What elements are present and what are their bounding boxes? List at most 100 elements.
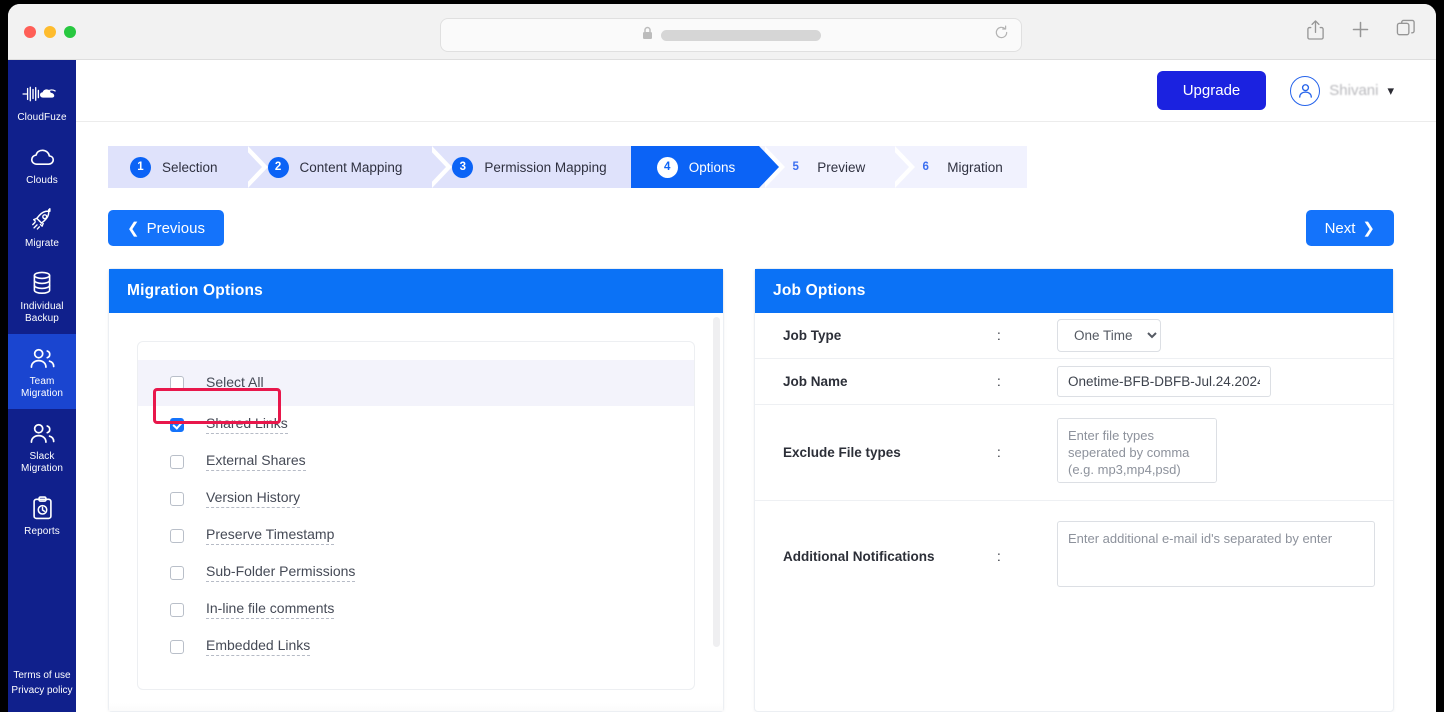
migration-options-body: Select All Shared Links External Shares [109, 313, 723, 711]
sidebar-item-label: Team Migration [10, 376, 74, 400]
options-panels: Migration Options Select All Shared Link… [108, 268, 1394, 712]
job-options-body: Job Type : One Time Delta Scheduled [755, 313, 1393, 711]
option-label: Sub-Folder Permissions [206, 563, 355, 582]
job-options-panel: Job Options Job Type : One Time Delta Sc… [754, 268, 1394, 712]
option-label: Preserve Timestamp [206, 526, 334, 545]
additional-notifications-label: Additional Notifications [769, 549, 997, 564]
option-label: Shared Links [206, 415, 288, 434]
wizard-nav-buttons: ❮ Previous Next ❯ [108, 210, 1394, 246]
additional-notifications-textarea[interactable] [1057, 521, 1375, 587]
rocket-icon [30, 207, 54, 233]
url-text [661, 30, 821, 41]
sidebar: CloudFuze Clouds [8, 60, 76, 712]
step-permission-mapping[interactable]: 3 Permission Mapping [426, 146, 630, 188]
option-row-version-history[interactable]: Version History [138, 480, 694, 517]
user-avatar-icon [1290, 76, 1320, 106]
step-options[interactable]: 4 Options [631, 146, 760, 188]
sidebar-item-migrate[interactable]: Migrate [8, 196, 76, 259]
in-line-file-comments-checkbox[interactable] [170, 603, 184, 617]
select-all-checkbox[interactable] [170, 376, 184, 390]
job-name-colon: : [997, 374, 1057, 389]
sidebar-item-label: Individual Backup [10, 301, 74, 325]
sidebar-item-label: Slack Migration [10, 451, 74, 475]
browser-actions [1306, 19, 1416, 45]
exclude-file-types-textarea[interactable] [1057, 418, 1217, 483]
step-label: Content Mapping [300, 160, 403, 175]
application-viewport: CloudFuze Clouds [8, 60, 1436, 712]
database-icon [32, 270, 52, 296]
lock-icon [642, 26, 653, 45]
wizard-stepper: 1 Selection 2 Content Mapping 3 Permissi… [108, 146, 1040, 188]
option-label: Embedded Links [206, 637, 310, 656]
job-type-select[interactable]: One Time Delta Scheduled [1057, 319, 1161, 352]
chevron-right-icon: ❯ [1362, 219, 1375, 237]
sidebar-item-label: Clouds [26, 175, 58, 187]
sidebar-item-reports[interactable]: Reports [8, 484, 76, 547]
job-type-colon: : [997, 328, 1057, 343]
job-row-exclude-file-types: Exclude File types : [755, 405, 1393, 501]
embedded-links-checkbox[interactable] [170, 640, 184, 654]
step-number: 6 [915, 157, 936, 178]
job-name-label: Job Name [769, 374, 997, 389]
option-row-sub-folder-permissions[interactable]: Sub-Folder Permissions [138, 554, 694, 591]
step-number: 2 [268, 157, 289, 178]
previous-button[interactable]: ❮ Previous [108, 210, 224, 246]
close-window-button[interactable] [24, 26, 36, 38]
migration-options-scrollbar[interactable] [713, 317, 720, 647]
external-shares-checkbox[interactable] [170, 455, 184, 469]
step-number: 3 [452, 157, 473, 178]
app-header: Upgrade Shivani ▾ [76, 60, 1436, 122]
job-row-job-name: Job Name : [755, 359, 1393, 405]
window-traffic-lights [24, 26, 76, 38]
option-row-external-shares[interactable]: External Shares [138, 443, 694, 480]
cloud-icon [30, 144, 55, 170]
next-button[interactable]: Next ❯ [1306, 210, 1394, 246]
option-row-shared-links[interactable]: Shared Links [138, 406, 694, 443]
reload-icon[interactable] [994, 25, 1009, 45]
preserve-timestamp-checkbox[interactable] [170, 529, 184, 543]
sidebar-item-team-migration[interactable]: Team Migration [8, 334, 76, 409]
sidebar-item-clouds[interactable]: Clouds [8, 133, 76, 196]
new-tab-icon[interactable] [1351, 20, 1370, 44]
upgrade-button[interactable]: Upgrade [1157, 71, 1267, 110]
additional-notifications-colon: : [997, 549, 1057, 564]
step-label: Preview [817, 160, 865, 175]
migration-options-list: Select All Shared Links External Shares [137, 341, 695, 690]
option-row-in-line-file-comments[interactable]: In-line file comments [138, 591, 694, 628]
migration-options-title: Migration Options [109, 269, 723, 313]
cloudfuze-logo-icon [22, 81, 62, 107]
share-icon[interactable] [1306, 19, 1325, 45]
job-name-input[interactable] [1057, 366, 1271, 397]
shared-links-checkbox[interactable] [170, 418, 184, 432]
option-row-preserve-timestamp[interactable]: Preserve Timestamp [138, 517, 694, 554]
step-selection[interactable]: 1 Selection [108, 146, 242, 188]
option-label: Version History [206, 489, 300, 508]
step-content-mapping[interactable]: 2 Content Mapping [242, 146, 427, 188]
job-options-title: Job Options [755, 269, 1393, 313]
step-number: 1 [130, 157, 151, 178]
job-row-job-type: Job Type : One Time Delta Scheduled [755, 313, 1393, 359]
privacy-policy-link[interactable]: Privacy policy [8, 683, 76, 698]
users-icon [29, 420, 56, 446]
maximize-window-button[interactable] [64, 26, 76, 38]
sidebar-item-label: Reports [24, 526, 60, 538]
option-row-embedded-links[interactable]: Embedded Links [138, 628, 694, 665]
step-label: Selection [162, 160, 218, 175]
step-number: 4 [657, 157, 678, 178]
browser-window: CloudFuze Clouds [8, 4, 1436, 712]
terms-of-use-link[interactable]: Terms of use [8, 668, 76, 683]
sidebar-brand[interactable]: CloudFuze [8, 70, 76, 133]
minimize-window-button[interactable] [44, 26, 56, 38]
address-bar[interactable] [440, 18, 1022, 52]
option-row-select-all[interactable]: Select All [138, 360, 694, 406]
chevron-down-icon: ▾ [1387, 83, 1394, 99]
step-label: Migration [947, 160, 1003, 175]
sidebar-item-slack-migration[interactable]: Slack Migration [8, 409, 76, 484]
tab-overview-icon[interactable] [1396, 19, 1416, 44]
sidebar-item-individual-backup[interactable]: Individual Backup [8, 259, 76, 334]
job-type-label: Job Type [769, 328, 997, 343]
sub-folder-permissions-checkbox[interactable] [170, 566, 184, 580]
next-label: Next [1325, 220, 1356, 237]
user-menu[interactable]: Shivani ▾ [1290, 76, 1394, 106]
version-history-checkbox[interactable] [170, 492, 184, 506]
